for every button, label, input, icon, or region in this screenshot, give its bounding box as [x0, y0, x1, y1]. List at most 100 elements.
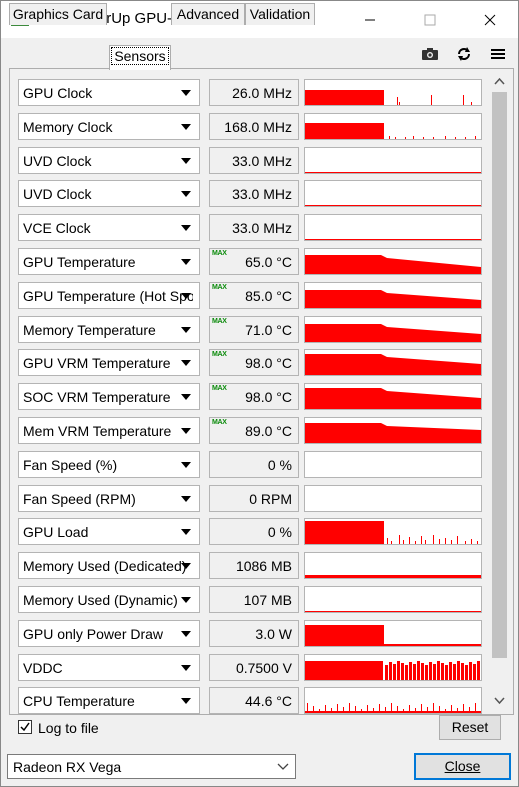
dropdown-arrow-icon[interactable] — [181, 428, 191, 434]
dropdown-arrow-icon[interactable] — [181, 563, 191, 569]
checkmark-icon — [20, 722, 30, 732]
tab-validation[interactable]: Validation — [245, 3, 315, 25]
scrollbar[interactable] — [490, 73, 509, 709]
sensor-name-dropdown[interactable]: Memory Clock — [18, 113, 200, 140]
gpu-select[interactable]: Radeon RX Vega — [7, 754, 296, 779]
chevron-down-icon — [277, 763, 289, 770]
sensor-name-label: GPU only Power Draw — [23, 626, 164, 642]
sensor-graph[interactable] — [304, 654, 482, 681]
sensor-graph[interactable] — [304, 518, 482, 545]
sensor-name-dropdown[interactable]: SOC VRM Temperature — [18, 383, 200, 410]
dropdown-arrow-icon[interactable] — [181, 158, 191, 164]
maximize-button[interactable] — [407, 1, 453, 38]
sensor-name-label: Fan Speed (RPM) — [23, 491, 136, 507]
max-indicator: MAX — [212, 351, 227, 358]
sensor-name-label: GPU VRM Temperature — [23, 355, 171, 371]
sensor-value: 26.0 MHz — [209, 79, 299, 106]
sensor-name-label: Memory Used (Dynamic) — [23, 592, 178, 608]
sensor-name-dropdown[interactable]: VDDC — [18, 654, 200, 681]
gpu-select-value: Radeon RX Vega — [13, 759, 122, 775]
tab-graphics-card[interactable]: Graphics Card — [9, 3, 107, 25]
sensor-row: UVD Clock 33.0 MHz — [18, 180, 504, 207]
sensor-name-dropdown[interactable]: CPU Temperature — [18, 687, 200, 714]
sensor-row: GPU VRM Temperature MAX 98.0 °C — [18, 349, 504, 376]
sensor-name-label: Memory Clock — [23, 119, 113, 135]
sensor-row: Memory Used (Dynamic) 107 MB — [18, 586, 504, 613]
sensor-graph[interactable] — [304, 620, 482, 647]
close-window-button[interactable] — [467, 1, 513, 38]
sensor-graph[interactable] — [304, 79, 482, 106]
sensor-name-dropdown[interactable]: GPU Load — [18, 518, 200, 545]
sensor-graph[interactable] — [304, 147, 482, 174]
sensor-value-text: 71.0 °C — [245, 322, 292, 338]
sensor-name-dropdown[interactable]: GPU Temperature — [18, 248, 200, 275]
tab-advanced[interactable]: Advanced — [171, 3, 245, 25]
tab-sensors[interactable]: Sensors — [109, 45, 171, 70]
dropdown-arrow-icon[interactable] — [181, 394, 191, 400]
sensor-value-text: 44.6 °C — [245, 693, 292, 709]
sensor-name-dropdown[interactable]: Mem VRM Temperature — [18, 417, 200, 444]
sensor-value: 107 MB — [209, 586, 299, 613]
log-to-file-checkbox[interactable] — [18, 720, 32, 734]
sensor-graph[interactable] — [304, 383, 482, 410]
sensor-name-dropdown[interactable]: GPU Clock — [18, 79, 200, 106]
sensor-name-dropdown[interactable]: VCE Clock — [18, 214, 200, 241]
dropdown-arrow-icon[interactable] — [181, 124, 191, 130]
sensor-name-dropdown[interactable]: Fan Speed (%) — [18, 451, 200, 478]
sensor-name-dropdown[interactable]: Memory Used (Dedicated) — [18, 552, 200, 579]
dropdown-arrow-icon[interactable] — [181, 90, 191, 96]
sensor-graph[interactable] — [304, 451, 482, 478]
sensor-graph[interactable] — [304, 586, 482, 613]
scroll-thumb[interactable] — [492, 92, 507, 658]
sensor-graph[interactable] — [304, 214, 482, 241]
dropdown-arrow-icon[interactable] — [181, 191, 191, 197]
sensor-graph[interactable] — [304, 180, 482, 207]
dropdown-arrow-icon[interactable] — [181, 259, 191, 265]
sensor-row: VDDC 0.7500 V — [18, 654, 504, 681]
dropdown-arrow-icon[interactable] — [181, 597, 191, 603]
sensor-graph[interactable] — [304, 316, 482, 343]
sensor-name-dropdown[interactable]: GPU VRM Temperature — [18, 349, 200, 376]
dropdown-arrow-icon[interactable] — [181, 293, 191, 299]
scroll-up-icon[interactable] — [490, 73, 509, 90]
reset-button[interactable]: Reset — [439, 715, 501, 740]
sensor-name-dropdown[interactable]: GPU only Power Draw — [18, 620, 200, 647]
sensor-graph[interactable] — [304, 687, 482, 714]
sensor-name-dropdown[interactable]: GPU Temperature (Hot Spot) — [18, 282, 200, 309]
sensor-name-dropdown[interactable]: Memory Temperature — [18, 316, 200, 343]
minimize-button[interactable] — [347, 1, 393, 38]
scroll-down-icon[interactable] — [490, 692, 509, 709]
dropdown-arrow-icon[interactable] — [181, 496, 191, 502]
sensor-name-dropdown[interactable]: Fan Speed (RPM) — [18, 485, 200, 512]
dropdown-arrow-icon[interactable] — [181, 665, 191, 671]
sensor-name-dropdown[interactable]: UVD Clock — [18, 147, 200, 174]
dropdown-arrow-icon[interactable] — [181, 529, 191, 535]
log-to-file-label[interactable]: Log to file — [38, 720, 99, 736]
dropdown-arrow-icon[interactable] — [181, 631, 191, 637]
dropdown-arrow-icon[interactable] — [181, 327, 191, 333]
menu-icon[interactable] — [489, 45, 507, 63]
refresh-icon[interactable] — [455, 45, 473, 63]
dropdown-arrow-icon[interactable] — [181, 698, 191, 704]
sensor-name-label: Mem VRM Temperature — [23, 423, 172, 439]
sensor-name-dropdown[interactable]: UVD Clock — [18, 180, 200, 207]
sensor-value-text: 168.0 MHz — [224, 119, 292, 135]
dropdown-arrow-icon[interactable] — [181, 462, 191, 468]
sensor-graph[interactable] — [304, 349, 482, 376]
sensor-graph[interactable] — [304, 552, 482, 579]
sensor-graph[interactable] — [304, 485, 482, 512]
sensor-graph[interactable] — [304, 248, 482, 275]
tab-label: Validation — [249, 6, 311, 22]
sensor-value: 33.0 MHz — [209, 147, 299, 174]
sensor-graph[interactable] — [304, 417, 482, 444]
tab-label: Sensors — [111, 47, 169, 65]
sensor-graph[interactable] — [304, 282, 482, 309]
dropdown-arrow-icon[interactable] — [181, 225, 191, 231]
camera-icon[interactable] — [421, 45, 439, 63]
sensor-name-label: GPU Temperature (Hot Spot) — [23, 288, 193, 304]
sensor-name-dropdown[interactable]: Memory Used (Dynamic) — [18, 586, 200, 613]
sensor-graph[interactable] — [304, 113, 482, 140]
sensor-graph-plot — [305, 354, 481, 375]
close-button[interactable]: Close — [414, 753, 511, 780]
dropdown-arrow-icon[interactable] — [181, 360, 191, 366]
